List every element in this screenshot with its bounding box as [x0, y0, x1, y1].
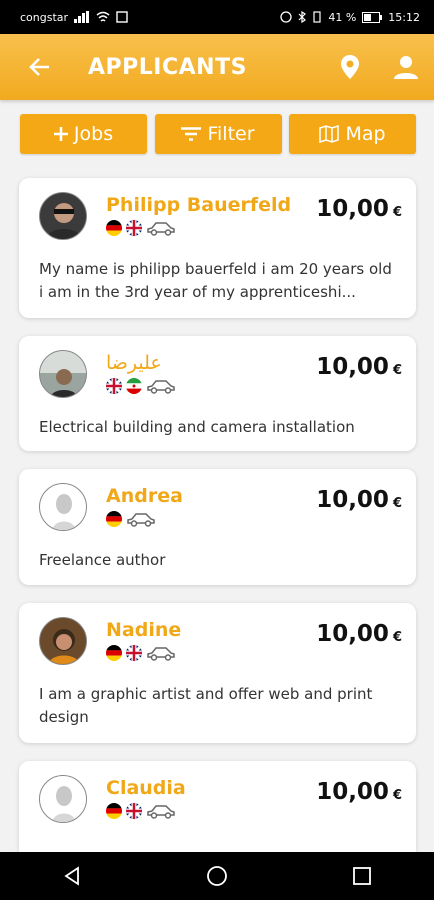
status-bar: congstar 41 % 15:12	[0, 0, 434, 34]
profile-button[interactable]	[386, 47, 426, 87]
notification-icon	[116, 11, 128, 23]
uk-flag-icon	[126, 803, 142, 819]
wifi-icon	[96, 11, 110, 22]
nav-recents-icon[interactable]	[352, 866, 372, 886]
price-value: 10,00	[316, 196, 389, 222]
avatar	[39, 350, 87, 398]
car-icon	[147, 222, 175, 236]
map-icon	[319, 125, 340, 143]
german-flag-icon	[106, 220, 122, 236]
map-label: Map	[345, 123, 386, 145]
applicant-description: I am a graphic artist and offer web and …	[39, 685, 373, 726]
price-value: 10,00	[316, 487, 389, 513]
price-value: 10,00	[316, 779, 389, 805]
applicant-card[interactable]: Claudia 10,00 €	[19, 761, 416, 861]
applicant-card[interactable]: Andrea 10,00 € Freelance author	[19, 469, 416, 585]
plus-icon	[53, 127, 68, 141]
hourly-rate: 10,00 €	[316, 487, 402, 513]
filter-label: Filter	[207, 123, 255, 145]
page-title: APPLICANTS	[88, 54, 247, 80]
car-icon	[147, 380, 175, 394]
hourly-rate: 10,00 €	[316, 354, 402, 380]
currency: €	[392, 496, 402, 511]
applicant-badges	[106, 511, 156, 527]
currency: €	[392, 630, 402, 645]
currency: €	[392, 363, 402, 378]
hourly-rate: 10,00 €	[316, 779, 402, 805]
arrow-left-icon	[29, 58, 49, 76]
hourly-rate: 10,00 €	[316, 196, 402, 222]
avatar	[39, 483, 87, 531]
car-icon	[147, 805, 175, 819]
battery-icon	[362, 11, 383, 23]
filter-button[interactable]: Filter	[154, 114, 282, 154]
alarm-icon	[280, 11, 292, 23]
applicant-name: Philipp Bauerfeld	[106, 194, 292, 216]
german-flag-icon	[106, 803, 122, 819]
applicant-list: Philipp Bauerfeld 10,00 € My name is phil…	[19, 178, 416, 879]
uk-flag-icon	[126, 645, 142, 661]
location-button[interactable]	[330, 47, 370, 87]
applicant-badges	[106, 803, 176, 819]
bluetooth-icon	[298, 11, 307, 23]
german-flag-icon	[106, 645, 122, 661]
applicant-card[interactable]: عليرضا 10,00 € Electrical building and ca…	[19, 336, 416, 451]
filter-icon	[181, 127, 202, 141]
app-bar: APPLICANTS	[0, 34, 434, 100]
applicant-badges	[106, 220, 176, 236]
system-nav-bar	[0, 852, 434, 900]
clock: 15:12	[388, 10, 420, 24]
applicant-description: Freelance author	[39, 551, 166, 569]
hourly-rate: 10,00 €	[316, 621, 402, 647]
map-button[interactable]: Map	[289, 114, 416, 154]
back-button[interactable]	[20, 47, 60, 87]
avatar	[39, 775, 87, 823]
currency: €	[392, 788, 402, 803]
applicant-name: Andrea	[106, 485, 183, 507]
applicant-name: عليرضا	[106, 352, 162, 374]
person-icon	[394, 56, 418, 79]
vibrate-icon	[313, 11, 321, 23]
signal-icon	[74, 11, 90, 23]
car-icon	[127, 513, 155, 527]
location-pin-icon	[341, 55, 359, 79]
battery-percent: 41 %	[328, 10, 357, 24]
carrier-label: congstar	[20, 10, 69, 24]
nav-home-icon[interactable]	[206, 865, 228, 887]
uk-flag-icon	[106, 378, 122, 394]
uk-flag-icon	[126, 220, 142, 236]
nav-back-icon[interactable]	[62, 866, 82, 886]
action-toolbar: Jobs Filter Map	[20, 114, 416, 154]
avatar	[39, 192, 87, 240]
add-jobs-button[interactable]: Jobs	[20, 114, 147, 154]
applicant-name: Nadine	[106, 619, 182, 641]
applicant-name: Claudia	[106, 777, 186, 799]
applicant-card[interactable]: Nadine 10,00 € I am a graphic artist and …	[19, 603, 416, 743]
car-icon	[147, 647, 175, 661]
applicant-card[interactable]: Philipp Bauerfeld 10,00 € My name is phil…	[19, 178, 416, 318]
currency: €	[392, 205, 402, 220]
price-value: 10,00	[316, 354, 389, 380]
applicant-badges	[106, 378, 176, 394]
german-flag-icon	[106, 511, 122, 527]
price-value: 10,00	[316, 621, 389, 647]
applicant-description: Electrical building and camera installat…	[39, 418, 355, 436]
applicant-description: My name is philipp bauerfeld i am 20 yea…	[39, 260, 392, 301]
avatar	[39, 617, 87, 665]
iran-flag-icon	[126, 378, 142, 394]
add-jobs-label: Jobs	[73, 123, 114, 145]
applicant-badges	[106, 645, 176, 661]
